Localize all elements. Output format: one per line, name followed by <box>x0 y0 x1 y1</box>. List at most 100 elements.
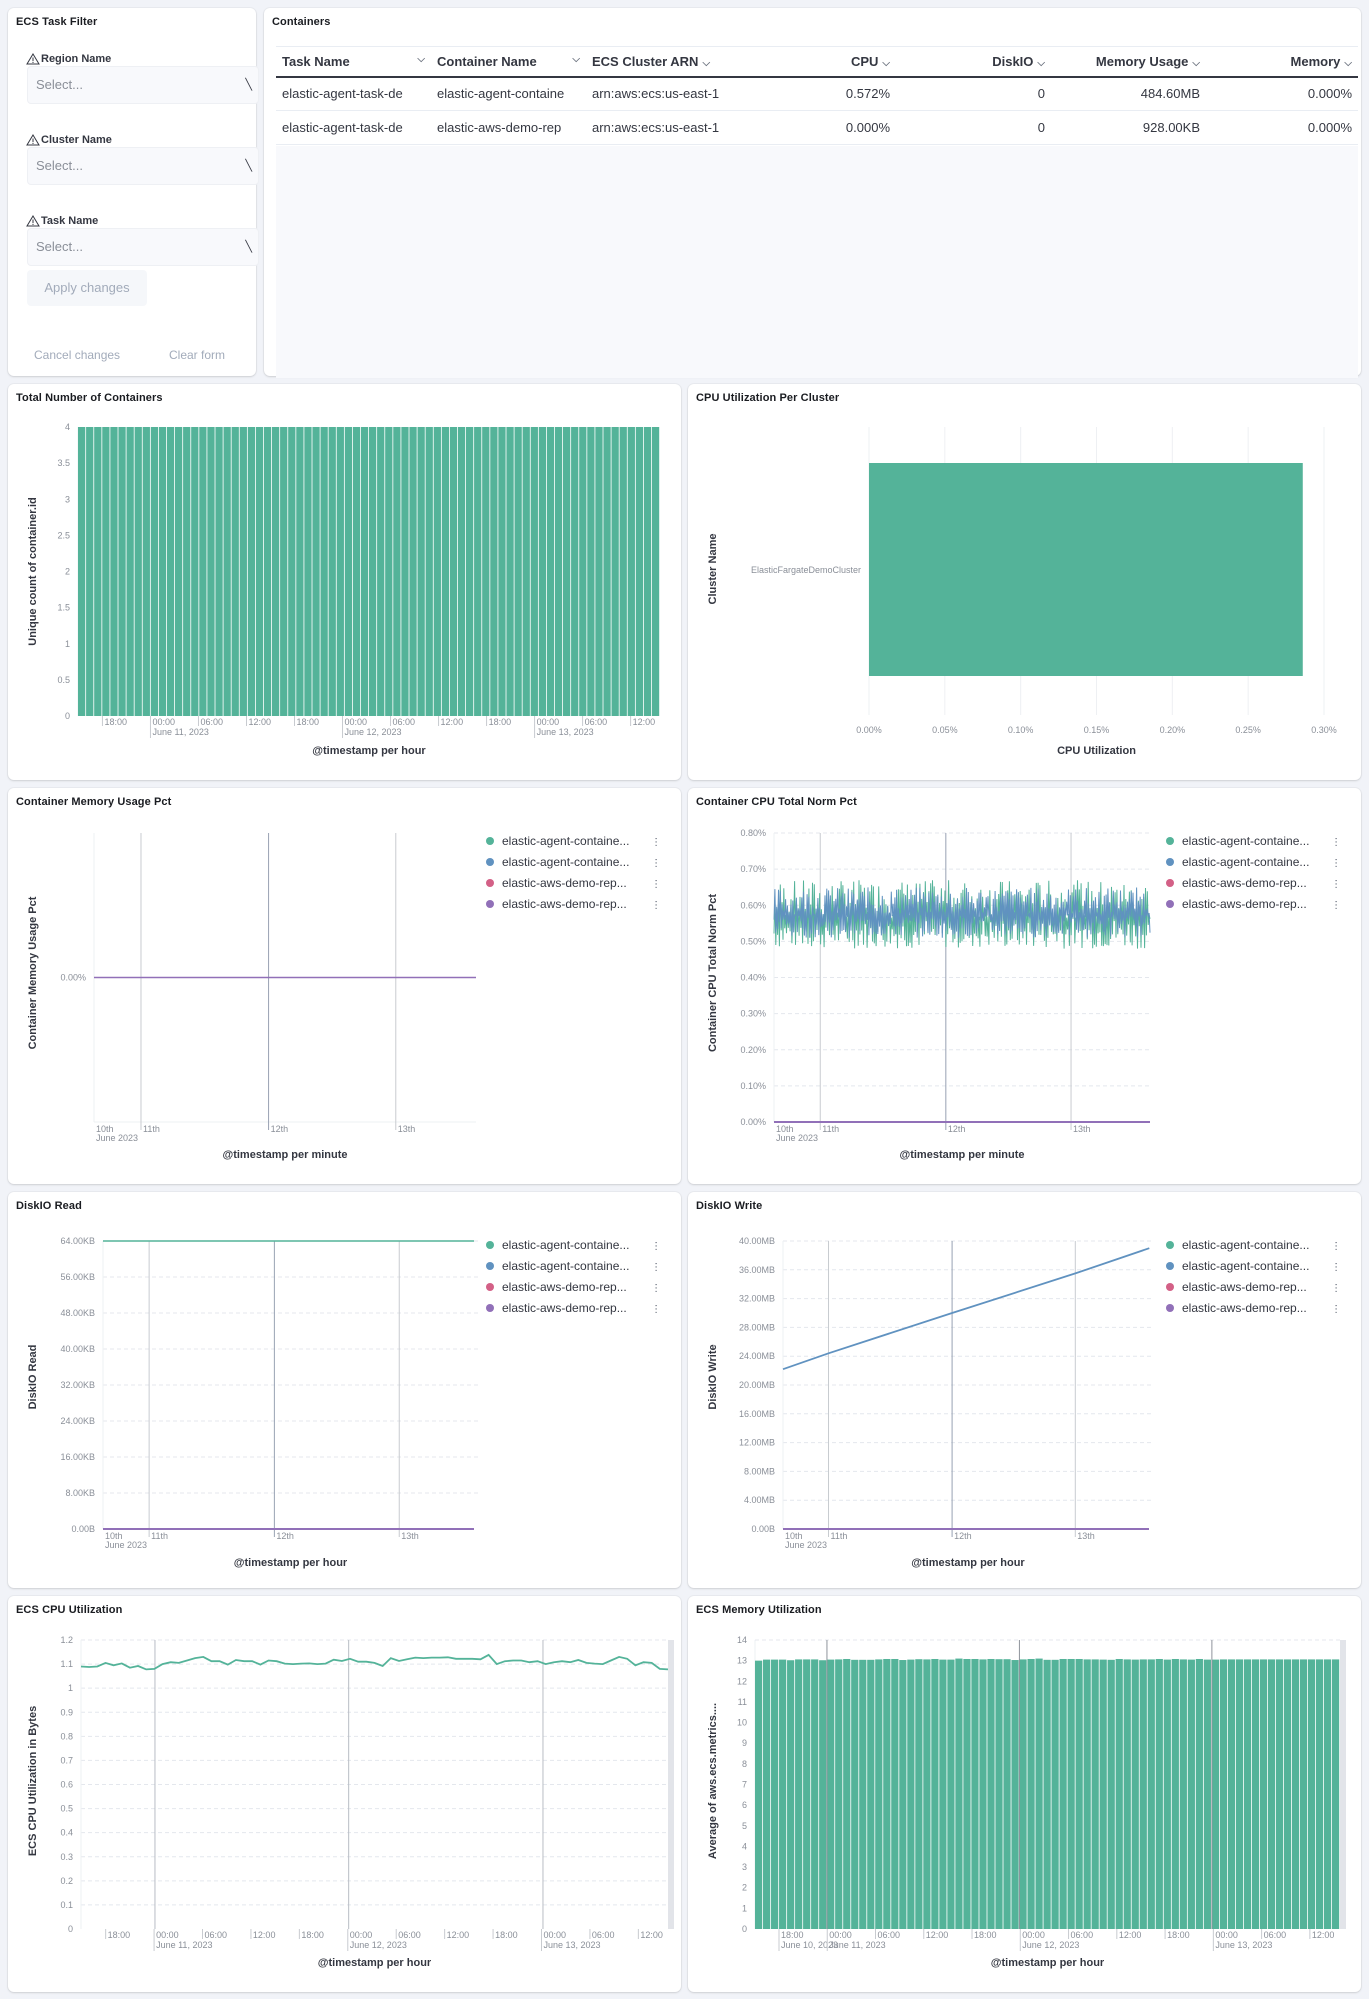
kebab-menu-icon[interactable]: ⋯ <box>650 1283 661 1291</box>
x-tick-label: 06:00 <box>1264 1930 1287 1940</box>
y-tick-label: 0.5 <box>57 675 70 685</box>
x-tick-label: 06:00 <box>585 717 608 727</box>
column-header-task-name[interactable]: Task Name ⌵ <box>276 46 431 78</box>
cancel-changes-button[interactable]: Cancel changes <box>34 348 120 362</box>
y-tick-label: 36.00MB <box>739 1265 775 1275</box>
legend-item[interactable]: elastic-agent-containe... ⋯ <box>1166 851 1341 872</box>
column-header-memory[interactable]: Memory ⌵ <box>1206 46 1358 78</box>
bar <box>288 427 296 716</box>
apply-changes-button[interactable]: Apply changes <box>27 270 147 306</box>
bar <box>449 427 458 716</box>
column-header-container-name[interactable]: Container Name ⌵ <box>431 46 586 78</box>
kebab-menu-icon[interactable]: ⋯ <box>650 900 661 908</box>
region-name-select[interactable]: Select... ╲ <box>27 66 259 104</box>
ecs-cpu-utilization-panel: ECS CPU Utilization 0 0.1 0.2 0.3 0.4 0.5 0.6 0… <box>8 1596 681 1992</box>
bar <box>1147 1659 1155 1929</box>
bar <box>923 1659 931 1929</box>
bar <box>1283 1659 1292 1929</box>
legend-item[interactable]: elastic-agent-containe... ⋯ <box>486 830 661 851</box>
bar <box>1091 1659 1099 1929</box>
kebab-menu-icon[interactable]: ⋯ <box>650 837 661 845</box>
bar <box>595 427 603 716</box>
bar <box>811 1659 819 1929</box>
bar <box>1067 1658 1075 1929</box>
table-row[interactable]: elastic-agent-task-de elastic-agent-cont… <box>276 76 1358 111</box>
kebab-menu-icon[interactable]: ⋯ <box>650 1262 661 1270</box>
bar <box>215 427 223 716</box>
bar <box>1027 1658 1035 1929</box>
legend-label: elastic-agent-containe... <box>1182 1258 1310 1273</box>
kebab-menu-icon[interactable]: ⋯ <box>650 858 661 866</box>
column-header-ecs-cluster-arn[interactable]: ECS Cluster ARN ⌵ <box>586 46 741 78</box>
legend-item[interactable]: elastic-agent-containe... ⋯ <box>1166 1234 1341 1255</box>
series-color-dot <box>486 1303 494 1312</box>
kebab-menu-icon[interactable]: ⋯ <box>1330 1262 1341 1270</box>
kebab-menu-icon[interactable]: ⋯ <box>1330 879 1341 887</box>
bar <box>627 427 635 716</box>
column-header-diskio[interactable]: DiskIO ⌵ <box>896 46 1051 78</box>
y-tick-label: 0 <box>65 711 70 721</box>
bar <box>843 1658 851 1929</box>
bar <box>126 427 134 716</box>
bar <box>875 1659 883 1929</box>
y-axis-title: Container CPU Total Norm Pct <box>707 894 719 1052</box>
column-header-cpu[interactable]: CPU ⌵ <box>741 46 896 78</box>
cell-memory: 0.000% <box>1206 110 1358 145</box>
x-tick-label: 06:00 <box>398 1930 421 1940</box>
bar <box>1195 1658 1203 1929</box>
legend-item[interactable]: elastic-aws-demo-rep... ⋯ <box>486 1297 661 1318</box>
bar <box>546 427 555 716</box>
legend-item[interactable]: elastic-agent-containe... ⋯ <box>1166 1255 1341 1276</box>
y-tick-label: 64.00KB <box>60 1236 95 1246</box>
kebab-menu-icon[interactable]: ⋯ <box>650 1304 661 1312</box>
bar <box>86 427 94 716</box>
y-tick-label: 28.00MB <box>739 1322 775 1332</box>
scrollbar <box>1340 1640 1346 1929</box>
bar <box>207 427 215 716</box>
chevron-down-icon: ⌵ <box>417 53 425 65</box>
kebab-menu-icon[interactable]: ⋯ <box>1330 900 1341 908</box>
y-tick-label: 0.9 <box>60 1707 73 1717</box>
legend-item[interactable]: elastic-aws-demo-rep... ⋯ <box>486 1276 661 1297</box>
bar <box>987 1658 995 1929</box>
bar <box>263 427 272 716</box>
table-row[interactable]: elastic-agent-task-de elastic-aws-demo-r… <box>276 110 1358 145</box>
task-name-select[interactable]: Select... ╲ <box>27 228 259 266</box>
kebab-menu-icon[interactable]: ⋯ <box>1330 837 1341 845</box>
kebab-menu-icon[interactable]: ⋯ <box>650 1241 661 1249</box>
x-tick-sublabel: June 2023 <box>776 1133 818 1143</box>
legend-item[interactable]: elastic-aws-demo-rep... ⋯ <box>1166 1297 1341 1318</box>
legend-item[interactable]: elastic-aws-demo-rep... ⋯ <box>1166 893 1341 914</box>
legend-item[interactable]: elastic-aws-demo-rep... ⋯ <box>1166 1276 1341 1297</box>
y-tick-label: 20.00MB <box>739 1380 775 1390</box>
column-header-memory-usage[interactable]: Memory Usage ⌵ <box>1051 46 1206 78</box>
kebab-menu-icon[interactable]: ⋯ <box>650 879 661 887</box>
y-tick-label: 13 <box>737 1656 747 1666</box>
x-axis-title: @timestamp per hour <box>234 1557 348 1569</box>
series-color-dot <box>1166 899 1174 908</box>
bar <box>979 1659 987 1929</box>
kebab-menu-icon[interactable]: ⋯ <box>1330 1304 1341 1312</box>
bar <box>377 427 385 716</box>
legend-item[interactable]: elastic-agent-containe... ⋯ <box>1166 830 1341 851</box>
bar <box>995 1659 1003 1929</box>
bar <box>304 427 312 716</box>
x-tick-label: 12:00 <box>447 1930 470 1940</box>
cluster-name-select[interactable]: Select... ╲ <box>27 147 259 185</box>
legend-item[interactable]: elastic-aws-demo-rep... ⋯ <box>1166 872 1341 893</box>
legend-label: elastic-agent-containe... <box>502 1237 630 1252</box>
legend-item[interactable]: elastic-aws-demo-rep... ⋯ <box>486 872 661 893</box>
x-tick-label: 18:00 <box>489 717 512 727</box>
series-color-dot <box>1166 1261 1174 1270</box>
y-axis-title: Average of aws.ecs.metrics.... <box>707 1703 719 1859</box>
legend-item[interactable]: elastic-agent-containe... ⋯ <box>486 1234 661 1255</box>
legend-item[interactable]: elastic-aws-demo-rep... ⋯ <box>486 893 661 914</box>
kebab-menu-icon[interactable]: ⋯ <box>1330 1283 1341 1291</box>
kebab-menu-icon[interactable]: ⋯ <box>1330 1241 1341 1249</box>
legend-item[interactable]: elastic-agent-containe... ⋯ <box>486 851 661 872</box>
containers-table: Task Name ⌵ Container Name ⌵ ECS Cluster A… <box>276 46 1358 145</box>
clear-form-button[interactable]: Clear form <box>169 348 225 362</box>
legend-item[interactable]: elastic-agent-containe... ⋯ <box>486 1255 661 1276</box>
kebab-menu-icon[interactable]: ⋯ <box>1330 858 1341 866</box>
bar <box>255 427 264 716</box>
